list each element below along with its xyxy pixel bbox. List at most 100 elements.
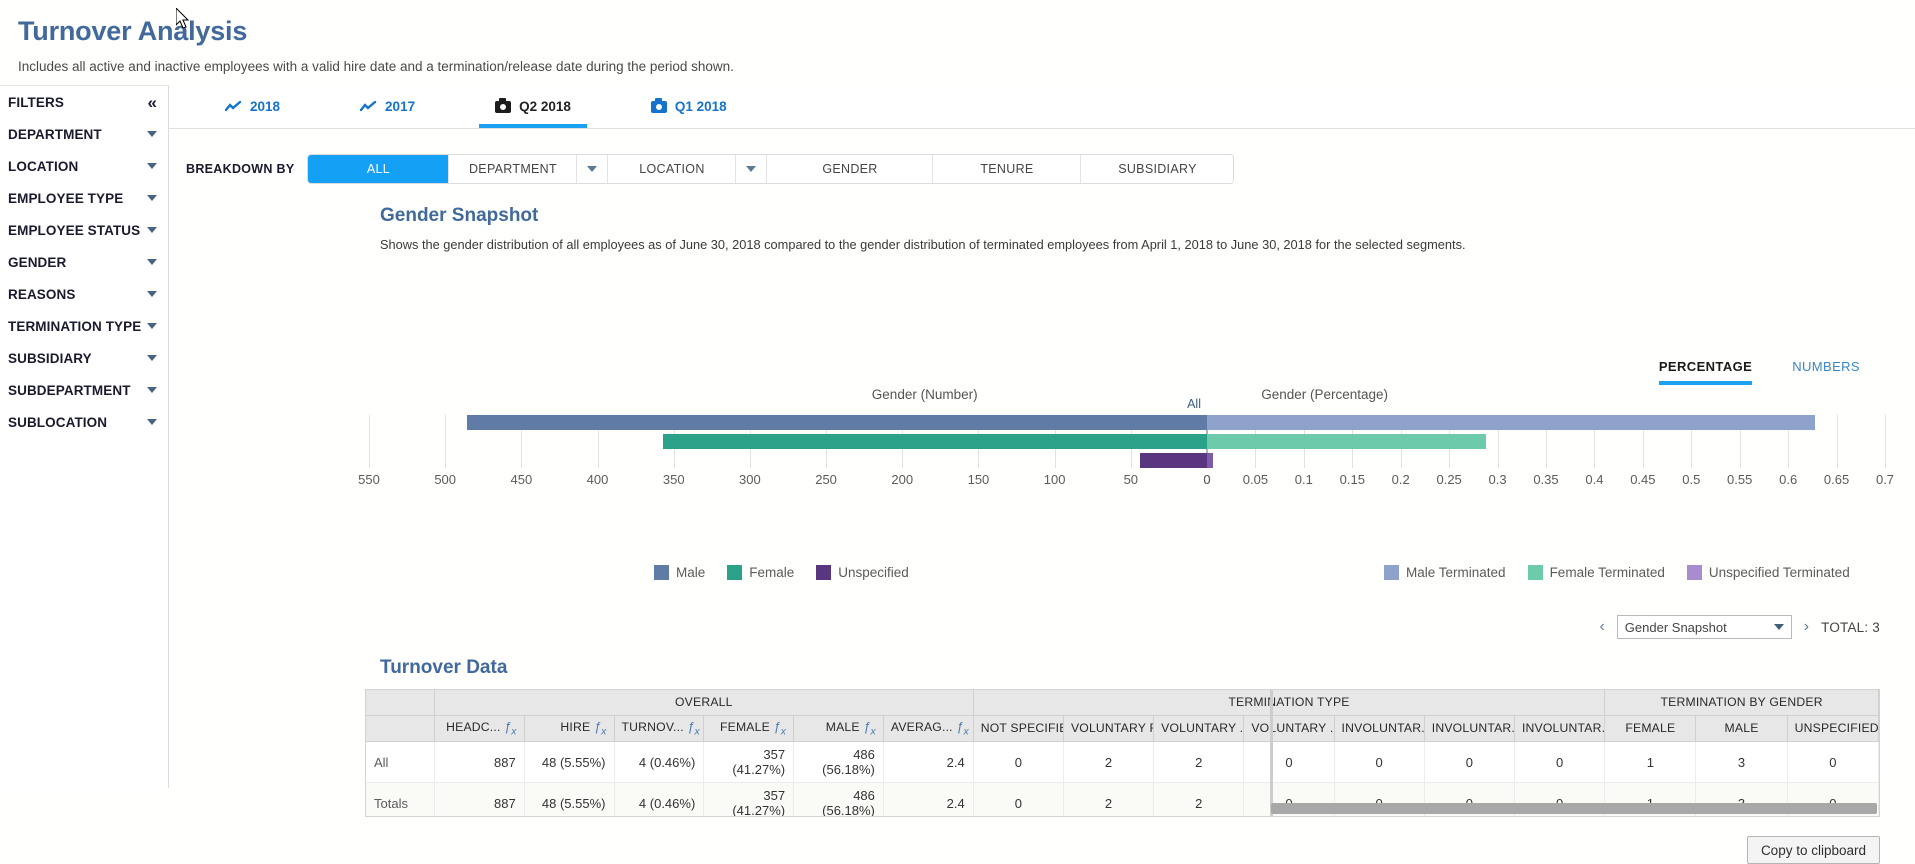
sidebar-item-sublocation[interactable]: SUBLOCATION: [0, 406, 168, 438]
sidebar-item-gender[interactable]: GENDER: [0, 246, 168, 278]
breakdown-option-all[interactable]: ALL: [308, 154, 450, 183]
tab-label: 2017: [385, 99, 416, 114]
snapshot-description: Shows the gender distribution of all emp…: [380, 237, 1466, 252]
copy-to-clipboard-button[interactable]: Copy to clipboard: [1746, 836, 1880, 864]
table-column-header-hire[interactable]: HIRE ƒx: [524, 715, 615, 742]
chevron-down-icon: [147, 291, 157, 297]
table-cell: 0: [1243, 741, 1335, 783]
legend-item-unspecified[interactable]: Unspecified: [816, 565, 909, 580]
formula-icon: ƒx: [863, 719, 876, 738]
table-column-header-voluntary-r[interactable]: VOLUNTARY R...: [1063, 715, 1155, 742]
chevron-right-icon[interactable]: ›: [1804, 618, 1809, 636]
sidebar-item-termination-type[interactable]: TERMINATION TYPE: [0, 310, 168, 342]
axis-tick: 0.4: [1585, 472, 1604, 487]
table-column-header-male[interactable]: MALE ƒx: [793, 715, 884, 742]
table-cell: 0: [1334, 741, 1425, 783]
breakdown-option-label: ALL: [366, 161, 391, 176]
table-group-header: TERMINATION TYPE: [973, 690, 1606, 716]
breakdown-option-label: GENDER: [822, 161, 878, 176]
table-column-header-turnov[interactable]: TURNOV... ƒx: [614, 715, 705, 742]
table-column-header-involuntar[interactable]: INVOLUNTAR...: [1334, 715, 1425, 742]
sidebar-item-location[interactable]: LOCATION: [0, 150, 168, 182]
axis-tick: 450: [510, 472, 533, 487]
legend-item-female[interactable]: Female: [727, 565, 794, 580]
value-mode-toggle: PERCENTAGE NUMBERS: [1658, 359, 1860, 385]
filters-title: FILTERS: [8, 94, 64, 110]
table-column-header-headc[interactable]: HEADC... ƒx: [434, 715, 525, 742]
table-column-header-not-specified[interactable]: NOT SPECIFIED: [973, 715, 1064, 742]
chart-caption-number: Gender (Number): [871, 387, 978, 402]
table-column-header-row-label[interactable]: [366, 715, 435, 742]
chevron-left-icon[interactable]: ‹: [1599, 618, 1604, 636]
axis-tick: 0.25: [1436, 472, 1462, 487]
breakdown-location-dropdown[interactable]: [736, 154, 768, 183]
table-column-header-involuntar[interactable]: INVOLUNTAR...: [1424, 715, 1515, 742]
sidebar-item-label: SUBDEPARTMENT: [8, 382, 131, 398]
sidebar-item-employee-status[interactable]: EMPLOYEE STATUS: [0, 214, 168, 246]
breakdown-option-tenure[interactable]: TENURE: [933, 154, 1082, 183]
table-cell: 887: [434, 741, 525, 783]
table-title: Turnover Data: [380, 657, 508, 678]
bar-female: [663, 434, 1207, 449]
tab-label: Q2 2018: [519, 99, 571, 114]
bar-unspecified: [1139, 453, 1207, 468]
legend-item-female-terminated[interactable]: Female Terminated: [1527, 565, 1665, 580]
chart-panel-percentage: Gender (Percentage) 0 0.05 0.1 0.15 0.2 0.25 0…: [1203, 387, 1894, 510]
legend-item-male-terminated[interactable]: Male Terminated: [1384, 565, 1506, 580]
table-cell: 486 (56.18%): [793, 782, 884, 816]
table-row[interactable]: All 887 48 (5.55%) 4 (0.46%) 357 (41.27%) 486…: [366, 741, 1879, 783]
table-column-header-averag[interactable]: AVERAG... ƒx: [883, 715, 974, 742]
chart-caption-percentage: Gender (Percentage): [1261, 387, 1389, 402]
sidebar-item-subdepartment[interactable]: SUBDEPARTMENT: [0, 374, 168, 406]
breakdown-option-label: DEPARTMENT: [468, 161, 557, 176]
main-content: 2018 2017 Q2 2018 Q1 2018 BREAKDOWN BY A…: [169, 85, 1915, 864]
formula-icon: ƒx: [956, 719, 969, 738]
snapshot-select[interactable]: Gender Snapshot: [1616, 615, 1792, 639]
tab-2018[interactable]: 2018: [209, 85, 296, 128]
sidebar-item-department[interactable]: DEPARTMENT: [0, 118, 168, 150]
axis-tick: 0.45: [1630, 472, 1656, 487]
sidebar-item-reasons[interactable]: REASONS: [0, 278, 168, 310]
legend-item-male[interactable]: Male: [654, 565, 705, 580]
table-column-header-female[interactable]: FEMALE ƒx: [703, 715, 795, 742]
tab-numbers[interactable]: NUMBERS: [1792, 359, 1860, 381]
chevron-down-icon: [746, 165, 757, 172]
breakdown-option-gender[interactable]: GENDER: [767, 154, 934, 183]
tab-q1-2018[interactable]: Q1 2018: [635, 85, 743, 128]
table-column-header-row: HEADC... ƒx HIRE ƒx TURNOV... ƒx FEMALE ƒx M…: [366, 715, 1879, 742]
breakdown-option-subsidiary[interactable]: SUBSIDIARY: [1081, 154, 1234, 183]
tab-percentage[interactable]: PERCENTAGE: [1658, 359, 1753, 385]
breakdown-option-location[interactable]: LOCATION: [608, 154, 737, 183]
table-column-header-unspecified[interactable]: UNSPECIFIED: [1787, 715, 1879, 742]
table-cell: All: [366, 741, 435, 783]
tab-2017[interactable]: 2017: [344, 85, 431, 128]
table-column-header-voluntary[interactable]: VOLUNTARY ...: [1243, 715, 1335, 742]
trend-line-icon: [225, 100, 242, 111]
snapshot-title: Gender Snapshot: [380, 205, 539, 226]
legend-swatch: [654, 565, 669, 580]
table-column-header-male[interactable]: MALE: [1695, 715, 1788, 742]
chart-plot-percentage: [1207, 415, 1886, 468]
table-column-header-female[interactable]: FEMALE: [1604, 715, 1697, 742]
axis-tick: 150: [967, 472, 990, 487]
breakdown-department-dropdown[interactable]: [577, 154, 609, 183]
sidebar-item-subsidiary[interactable]: SUBSIDIARY: [0, 342, 168, 374]
table-column-header-voluntary[interactable]: VOLUNTARY ...: [1153, 715, 1245, 742]
chevron-down-icon: [147, 387, 157, 393]
axis-tick: 200: [891, 472, 914, 487]
legend-item-unspecified-terminated[interactable]: Unspecified Terminated: [1686, 565, 1850, 580]
tab-q2-2018[interactable]: Q2 2018: [479, 85, 587, 128]
table-column-header-involuntar[interactable]: INVOLUNTAR...: [1514, 715, 1606, 742]
breakdown-option-department[interactable]: DEPARTMENT: [449, 154, 578, 183]
sidebar-item-employee-type[interactable]: EMPLOYEE TYPE: [0, 182, 168, 214]
sidebar-item-label: GENDER: [8, 254, 67, 270]
chevron-double-left-icon[interactable]: «: [147, 94, 157, 111]
sidebar-item-label: SUBLOCATION: [8, 414, 108, 430]
axis-tick: 0.1: [1294, 472, 1313, 487]
axis-tick: 550: [358, 472, 380, 487]
body-wrapper: FILTERS « DEPARTMENT LOCATION EMPLOYEE T…: [0, 85, 1915, 864]
chevron-down-icon: [147, 419, 157, 425]
axis-tick: 350: [662, 472, 685, 487]
axis-tick: 400: [586, 472, 609, 487]
table-horizontal-scrollbar[interactable]: [1271, 803, 1877, 814]
